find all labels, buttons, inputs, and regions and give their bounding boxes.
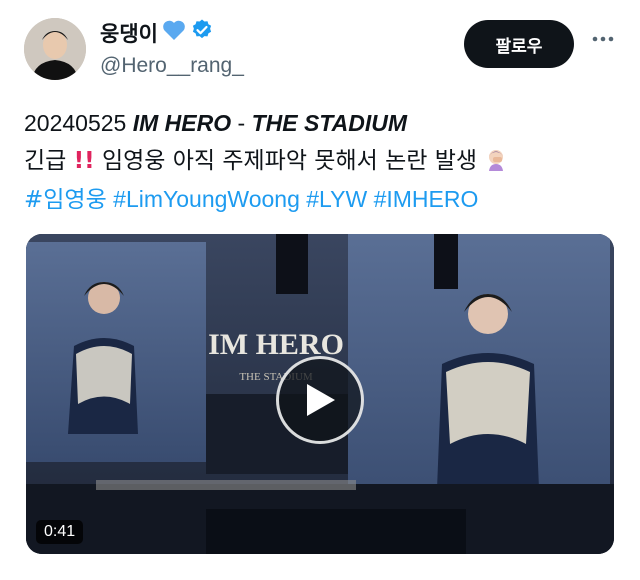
alert-text: 임영웅 아직 주제파악 못해서 논란 발생 (101, 148, 478, 174)
hashtag-link[interactable]: #LYW (306, 186, 367, 212)
hashtag-link[interactable]: #임영웅 (24, 187, 107, 213)
double-exclamation-icon: !! (73, 148, 95, 174)
video-player[interactable]: IM HERO THE STADIUM 0:41 (26, 234, 614, 554)
hashtag-link[interactable]: #LimYoungWoong (113, 186, 300, 212)
event-separator: - (231, 110, 252, 136)
facepalm-icon (484, 148, 508, 174)
verified-badge-icon (190, 18, 214, 48)
tweet-text: 20240525 IM HERO - THE STADIUM 긴급 !! 임영웅… (24, 104, 624, 219)
tweet-date: 20240525 (24, 110, 127, 136)
alert-prefix: 긴급 (24, 148, 67, 174)
avatar[interactable] (24, 18, 86, 80)
tweet-line-alert: 긴급 !! 임영웅 아직 주제파악 못해서 논란 발생 (24, 142, 624, 180)
display-name-text: 웅댕이 (100, 22, 158, 46)
tweet-line-hashtags: #임영웅 #LimYoungWoong #LYW #IMHERO (24, 180, 624, 219)
hashtag-link[interactable]: #IMHERO (374, 186, 479, 212)
blue-heart-icon (162, 19, 186, 47)
play-button[interactable] (276, 356, 364, 444)
follow-button[interactable]: 팔로우 (464, 20, 574, 68)
video-duration: 0:41 (36, 520, 84, 544)
event-title: IM HERO (132, 110, 232, 136)
event-subtitle: THE STADIUM (251, 110, 408, 136)
more-options-icon[interactable] (588, 24, 618, 54)
tweet-line-title: 20240525 IM HERO - THE STADIUM (24, 104, 624, 142)
user-handle[interactable]: @Hero__rang_ (100, 54, 244, 78)
play-icon (307, 384, 335, 416)
display-name[interactable]: 웅댕이 (100, 18, 214, 48)
